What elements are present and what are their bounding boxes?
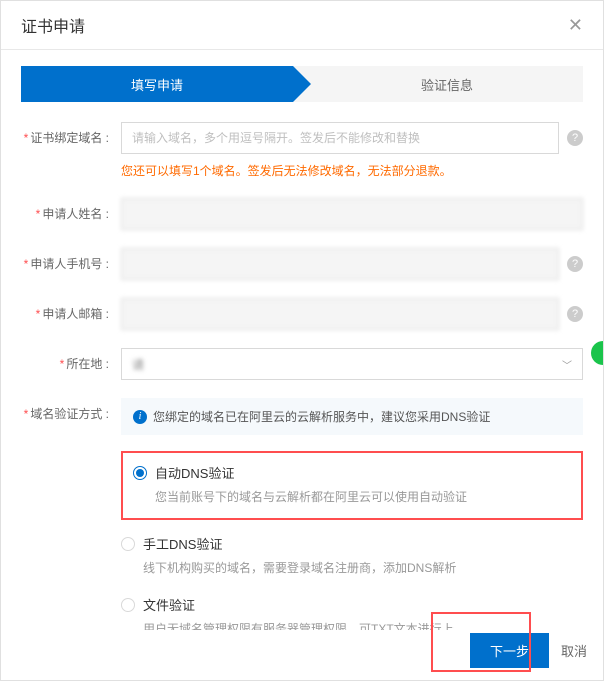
highlight-box: 自动DNS验证 您当前账号下的域名与云解析都在阿里云可以使用自动验证 (121, 451, 583, 520)
input-domain[interactable] (121, 122, 559, 154)
verify-radio-group: 自动DNS验证 您当前账号下的域名与云解析都在阿里云可以使用自动验证 手工DNS… (121, 451, 583, 630)
label-location: *所在地 : (21, 348, 121, 380)
step-verify-info[interactable]: 验证信息 (293, 66, 583, 102)
domain-warning: 您还可以填写1个域名。签发后无法修改域名，无法部分退款。 (121, 162, 559, 180)
info-icon: i (133, 410, 147, 424)
row-verify: *域名验证方式 : i 您绑定的域名已在阿里云的云解析服务中，建议您采用DNS验… (21, 398, 583, 630)
input-name[interactable] (121, 198, 583, 230)
row-phone: *申请人手机号 : ? (21, 248, 583, 280)
help-icon[interactable]: ? (567, 256, 583, 272)
label-verify: *域名验证方式 : (21, 398, 121, 430)
modal-header: 证书申请 ✕ (1, 1, 603, 50)
radio-icon (133, 466, 147, 480)
step-bar: 填写申请 验证信息 (21, 66, 583, 102)
verify-info: i 您绑定的域名已在阿里云的云解析服务中，建议您采用DNS验证 (121, 398, 583, 435)
row-email: *申请人邮箱 : ? (21, 298, 583, 330)
label-domain: *证书绑定域名 : (21, 122, 121, 154)
help-icon[interactable]: ? (567, 306, 583, 322)
modal-content: 填写申请 验证信息 *证书绑定域名 : 您还可以填写1个域名。签发后无法修改域名… (1, 50, 603, 630)
modal-certificate-apply: 证书申请 ✕ 填写申请 验证信息 *证书绑定域名 : 您还可以填写1个域名。签发… (0, 0, 604, 681)
step-fill-apply: 填写申请 (21, 66, 293, 102)
input-phone[interactable] (121, 248, 559, 280)
help-icon[interactable]: ? (567, 130, 583, 146)
modal-footer: 下一步 取消 (454, 621, 603, 680)
next-button[interactable]: 下一步 (470, 633, 549, 668)
label-phone: *申请人手机号 : (21, 248, 121, 280)
label-email: *申请人邮箱 : (21, 298, 121, 330)
row-name: *申请人姓名 : (21, 198, 583, 230)
radio-icon (121, 598, 135, 612)
radio-icon (121, 537, 135, 551)
row-domain: *证书绑定域名 : 您还可以填写1个域名。签发后无法修改域名，无法部分退款。 ? (21, 122, 583, 180)
cancel-button[interactable]: 取消 (561, 641, 587, 660)
radio-item-auto-dns[interactable]: 自动DNS验证 您当前账号下的域名与云解析都在阿里云可以使用自动验证 (133, 463, 571, 506)
chevron-down-icon: ﹀ (562, 357, 572, 372)
radio-item-manual-dns[interactable]: 手工DNS验证 线下机构购买的域名，需要登录域名注册商，添加DNS解析 (121, 534, 583, 577)
row-location: *所在地 : 请 ﹀ (21, 348, 583, 380)
close-icon[interactable]: ✕ (568, 16, 583, 34)
input-email[interactable] (121, 298, 559, 330)
modal-title: 证书申请 (21, 13, 85, 37)
label-name: *申请人姓名 : (21, 198, 121, 230)
select-location[interactable]: 请 ﹀ (121, 348, 583, 380)
